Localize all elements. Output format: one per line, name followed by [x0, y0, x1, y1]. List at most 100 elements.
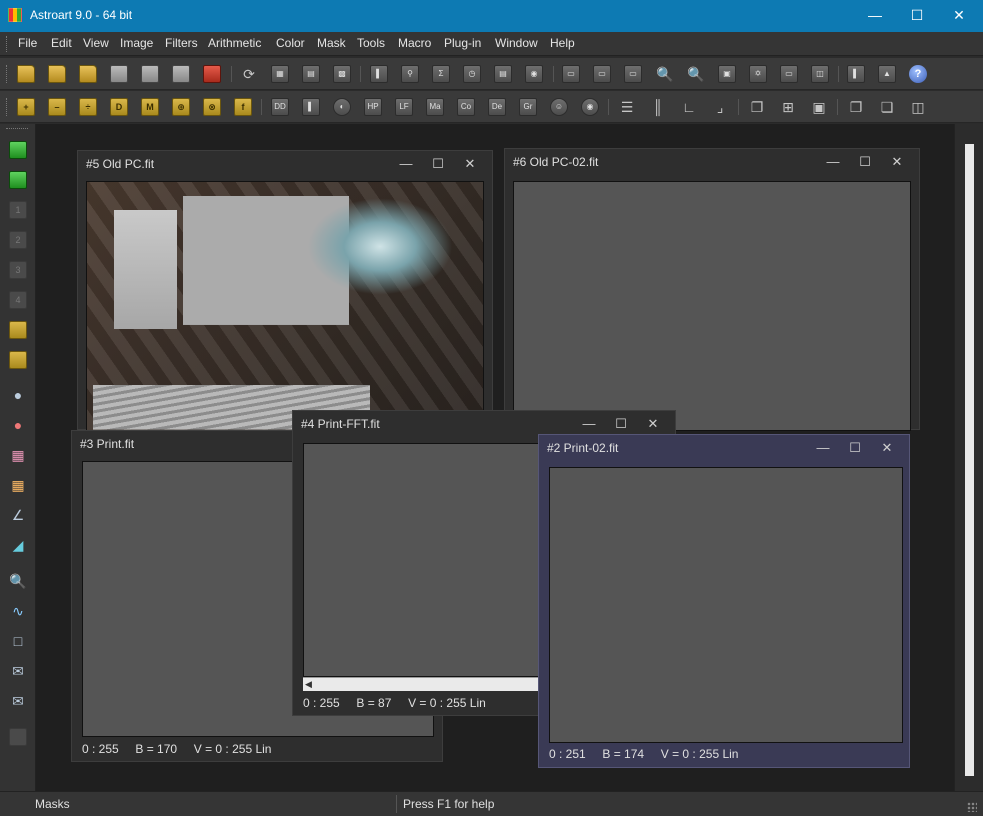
minimize-button[interactable]: — [855, 0, 895, 32]
image-canvas[interactable] [86, 181, 484, 431]
divide-icon[interactable]: ÷ [79, 98, 97, 116]
image-canvas[interactable] [513, 181, 911, 431]
menu-macro[interactable]: Macro [398, 36, 431, 50]
save-all-icon[interactable] [172, 65, 190, 83]
area-measure-icon[interactable]: ◢ [9, 536, 27, 554]
subtract-icon[interactable]: – [48, 98, 66, 116]
scroll-left-icon[interactable]: ◀ [305, 678, 315, 690]
minimize-button[interactable]: — [809, 439, 837, 459]
function-icon[interactable]: f [234, 98, 252, 116]
maximize-button[interactable]: ☐ [897, 0, 937, 32]
minimize-button[interactable]: — [575, 415, 603, 435]
toolbar-grip[interactable] [6, 98, 9, 116]
deconvolution-filter-icon[interactable]: De [488, 98, 506, 116]
grid-select-icon[interactable]: ▦ [9, 446, 27, 464]
new-window-icon[interactable]: ❐ [748, 98, 766, 116]
resize-grip[interactable] [967, 802, 977, 812]
menu-file[interactable]: File [18, 36, 37, 50]
maximize-button[interactable]: ☐ [851, 153, 879, 173]
minimize-button[interactable]: — [819, 153, 847, 173]
histogram-icon[interactable]: ▌ [370, 65, 388, 83]
profile-icon[interactable]: ∿ [9, 602, 27, 620]
lowpass-filter-icon[interactable]: LF [395, 98, 413, 116]
histogram-filter-icon[interactable]: ▌ [302, 98, 320, 116]
close-image-icon[interactable] [203, 65, 221, 83]
comment-icon[interactable]: ✉ [9, 662, 27, 680]
browse-icon[interactable] [79, 65, 97, 83]
monitor-icon[interactable]: ▭ [780, 65, 798, 83]
tile-icon[interactable]: ❏ [878, 98, 896, 116]
zoom-out-icon[interactable]: 🔍 [687, 65, 705, 83]
menu-mask[interactable]: Mask [317, 36, 346, 50]
close-button[interactable]: ✕ [456, 155, 484, 175]
ddp-filter-icon[interactable]: DD [271, 98, 289, 116]
help-icon[interactable]: ? [909, 65, 927, 83]
slot-4-button[interactable]: 4 [9, 291, 27, 309]
refresh-icon[interactable]: ⟳ [240, 65, 258, 83]
image-window-old-pc-02[interactable]: #6 Old PC-02.fit — ☐ ✕ [504, 148, 920, 431]
gradient-removal-icon[interactable]: Gr [519, 98, 537, 116]
time-icon[interactable]: ◷ [463, 65, 481, 83]
open-icon[interactable] [17, 65, 35, 83]
align-icon[interactable]: ▌ [847, 65, 865, 83]
slot-1-button[interactable]: 1 [9, 201, 27, 219]
multiply-icon[interactable]: ⊗ [203, 98, 221, 116]
smile-filter-icon[interactable]: ☺ [550, 98, 568, 116]
window-layout2-icon[interactable]: ▭ [593, 65, 611, 83]
window-layout-icon[interactable]: ▭ [562, 65, 580, 83]
rotate-right-icon[interactable]: ⌟ [711, 98, 729, 116]
menu-plugin[interactable]: Plug-in [444, 36, 481, 50]
grid-icon[interactable]: ⊞ [779, 98, 797, 116]
toolbar-grip[interactable] [6, 65, 9, 83]
menu-edit[interactable]: Edit [51, 36, 72, 50]
median-icon[interactable]: M [141, 98, 159, 116]
add-icon[interactable]: + [17, 98, 35, 116]
slot-2-button[interactable]: 2 [9, 231, 27, 249]
convolution-filter-icon[interactable]: Co [457, 98, 475, 116]
maximize-button[interactable]: ☐ [424, 155, 452, 175]
minimize-button[interactable]: — [392, 155, 420, 175]
window-layout3-icon[interactable]: ▭ [624, 65, 642, 83]
grid-icon[interactable]: ▦ [9, 476, 27, 494]
menu-filters[interactable]: Filters [165, 36, 198, 50]
delete-comment-icon[interactable]: ✉ [9, 692, 27, 710]
menu-arithmetic[interactable]: Arithmetic [208, 36, 261, 50]
image-window-old-pc[interactable]: #5 Old PC.fit — ☐ ✕ [77, 150, 493, 431]
measure-icon[interactable]: ∠ [9, 506, 27, 524]
maximize-button[interactable]: ☐ [607, 415, 635, 435]
zoom-icon[interactable]: 🔍 [9, 572, 27, 590]
menu-color[interactable]: Color [276, 36, 305, 50]
catalog-icon[interactable]: ◉ [525, 65, 543, 83]
maximize-button[interactable]: ☐ [841, 439, 869, 459]
close-button[interactable]: ✕ [639, 415, 667, 435]
open-special-icon[interactable] [48, 65, 66, 83]
disabled-tool-icon[interactable] [9, 728, 27, 746]
highpass-filter-icon[interactable]: HP [364, 98, 382, 116]
tile-vertical-icon[interactable]: ◫ [909, 98, 927, 116]
compare-icon[interactable]: ◫ [811, 65, 829, 83]
record-icon[interactable] [9, 321, 27, 339]
fit-screen-icon[interactable]: ✡ [749, 65, 767, 83]
stop-icon[interactable] [9, 141, 27, 159]
slot-3-button[interactable]: 3 [9, 261, 27, 279]
selection-icon[interactable]: □ [9, 632, 27, 650]
plus-icon[interactable]: ⊕ [172, 98, 190, 116]
run-icon[interactable] [9, 351, 27, 369]
flip-horizontal-icon[interactable]: ║ [649, 98, 667, 116]
telescope-icon[interactable]: ▲ [878, 65, 896, 83]
frame-icon[interactable]: ▣ [810, 98, 828, 116]
menu-tools[interactable]: Tools [357, 36, 385, 50]
menu-window[interactable]: Window [495, 36, 538, 50]
play-icon[interactable] [9, 171, 27, 189]
statistics-icon[interactable]: Σ [432, 65, 450, 83]
star-remove-icon[interactable]: ● [9, 416, 27, 434]
mask-filter-icon[interactable]: Ma [426, 98, 444, 116]
menu-grip[interactable] [6, 36, 9, 52]
close-button[interactable]: ✕ [883, 153, 911, 173]
image-window-print-02[interactable]: #2 Print-02.fit — ☐ ✕ 0 : 251 B = 174 V … [538, 434, 910, 768]
copy-icon[interactable]: ▤ [302, 65, 320, 83]
image-canvas[interactable] [549, 467, 903, 743]
rotate-left-icon[interactable]: ∟ [680, 98, 698, 116]
fit-window-icon[interactable]: ▣ [718, 65, 736, 83]
close-button[interactable]: ✕ [873, 439, 901, 459]
